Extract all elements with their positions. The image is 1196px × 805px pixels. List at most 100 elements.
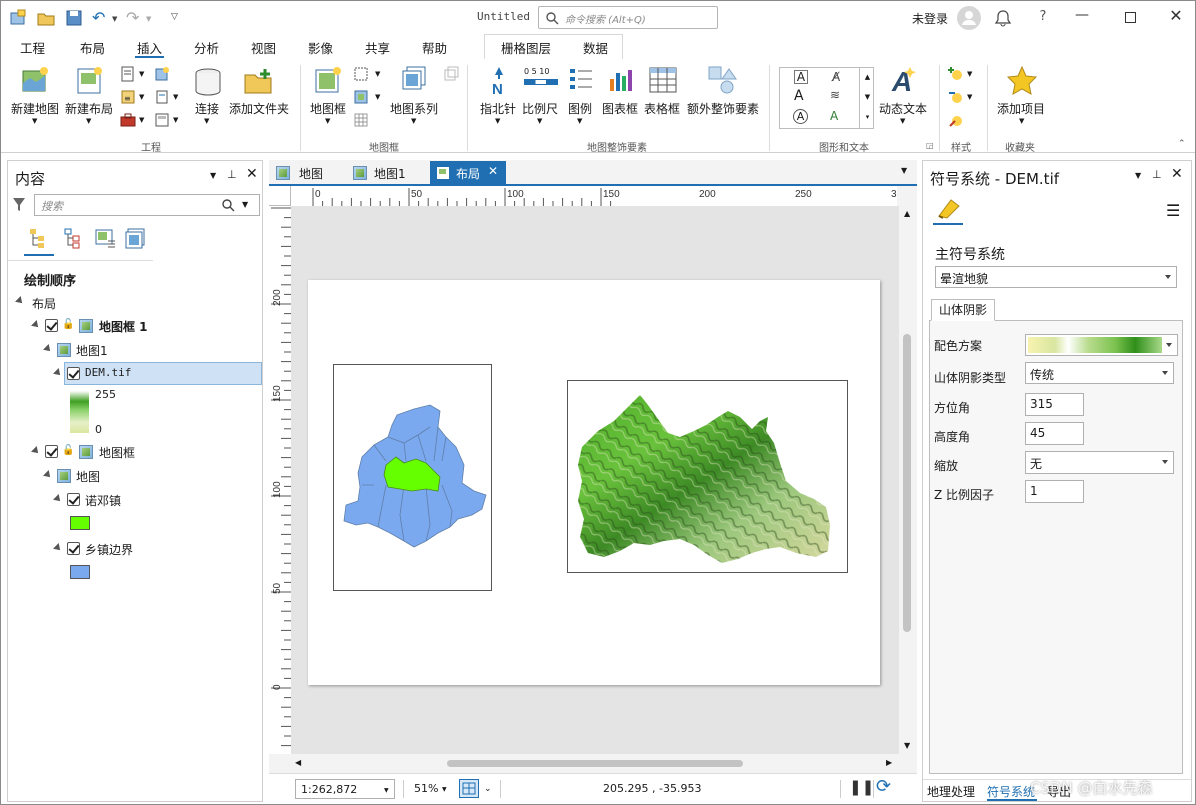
notification-bell-icon[interactable] — [995, 9, 1011, 27]
tab-data[interactable]: 数据 — [583, 38, 608, 57]
scroll-right-icon[interactable]: ▶ — [886, 758, 892, 767]
vertical-scrollbar[interactable]: ▲ ▼ — [899, 206, 917, 754]
add-item-button[interactable]: 添加项目 ▼ — [995, 63, 1049, 129]
horizontal-scrollbar[interactable]: ◀ ▶ — [291, 757, 899, 770]
border-symbol-swatch[interactable] — [70, 565, 90, 579]
add-style-dropdown-icon[interactable]: ▼ — [967, 70, 972, 78]
altitude-input[interactable]: 45 — [1025, 422, 1084, 445]
hillshade-type-select[interactable]: 传统 — [1025, 362, 1174, 384]
mapframe-township[interactable] — [333, 364, 492, 591]
tree-layer-border[interactable]: 乡镇边界 — [85, 541, 133, 558]
tab-list-dropdown-icon[interactable]: ▼ — [901, 166, 907, 175]
vertical-scroll-thumb[interactable] — [903, 334, 911, 632]
border-visibility-checkbox[interactable] — [67, 542, 80, 555]
new-project-icon[interactable] — [9, 9, 27, 27]
import-style-dropdown-icon[interactable]: ▼ — [967, 93, 972, 101]
tree-map1[interactable]: 地图1 — [76, 342, 108, 359]
list-by-drawing-order-icon[interactable] — [28, 227, 50, 249]
grid-icon[interactable] — [353, 112, 369, 128]
mapframe1-visibility-checkbox[interactable] — [45, 319, 58, 332]
text-style-a2[interactable]: A̸ — [832, 70, 840, 84]
legend-button[interactable]: 图例 ▼ — [565, 63, 597, 129]
tab-analysis[interactable]: 分析 — [194, 38, 219, 57]
redo-dropdown-icon[interactable]: ▼ — [146, 15, 164, 33]
bottom-tab-symbology[interactable]: 符号系统 — [987, 783, 1035, 800]
dem-visibility-checkbox[interactable] — [67, 367, 80, 380]
python-dropdown-icon[interactable]: ▼ — [173, 116, 178, 124]
report-dropdown-icon[interactable]: ▼ — [139, 70, 144, 78]
tree-layout-root[interactable]: 布局 — [32, 295, 56, 312]
dynamic-text-button[interactable]: A 动态文本 ▼ — [877, 63, 929, 129]
search-dropdown-icon[interactable]: ▼ — [242, 200, 248, 209]
mapframe2-visibility-checkbox[interactable] — [45, 445, 58, 458]
notebook-icon[interactable] — [154, 89, 170, 105]
avatar[interactable] — [957, 6, 981, 30]
expand-border-icon[interactable] — [53, 543, 63, 553]
primary-symbology-icon[interactable] — [937, 198, 961, 220]
expand-map1-icon[interactable] — [43, 344, 53, 354]
close-pane-icon[interactable]: ✕ — [1171, 166, 1183, 182]
task-icon[interactable] — [120, 112, 136, 128]
north-arrow-button[interactable]: N 指北针 ▼ — [479, 63, 519, 129]
bottom-tab-geoprocessing[interactable]: 地理处理 — [927, 783, 975, 800]
expand-mapframe1-icon[interactable] — [31, 320, 41, 330]
color-scheme-select[interactable] — [1025, 334, 1178, 356]
group-launcher-icon[interactable]: ◲ — [926, 141, 934, 150]
tab-insert[interactable]: 插入 — [137, 38, 162, 57]
filter-icon[interactable] — [12, 197, 26, 213]
map-series-button[interactable]: 地图系列 ▼ — [388, 63, 440, 129]
tab-view[interactable]: 视图 — [251, 38, 276, 57]
text-style-curved[interactable]: A — [830, 109, 838, 123]
new-layout-button[interactable]: 新建布局 ▼ — [63, 63, 115, 129]
layout-canvas[interactable] — [291, 206, 899, 754]
layout-page[interactable] — [308, 280, 880, 685]
reshape-icon[interactable] — [353, 66, 369, 82]
toolbox-icon[interactable]: ≡ — [120, 89, 136, 105]
scale-combo[interactable]: 1:262,872 ▼ — [295, 779, 395, 799]
maximize-icon[interactable] — [1121, 9, 1139, 27]
add-folder-button[interactable]: 添加文件夹 — [229, 63, 291, 129]
lock-icon[interactable]: 🔓 — [62, 319, 74, 330]
town-visibility-checkbox[interactable] — [67, 493, 80, 506]
extent-dropdown-icon[interactable]: ▼ — [375, 93, 380, 101]
tab-project[interactable]: 工程 — [20, 38, 45, 57]
close-tab-icon[interactable]: ✕ — [488, 164, 498, 178]
resample-select[interactable]: 无 — [1025, 451, 1174, 474]
zoom-dropdown-icon[interactable]: ▼ — [442, 786, 447, 793]
tree-layer-town[interactable]: 诺邓镇 — [85, 492, 121, 509]
view-tab-layout[interactable]: 布局 ✕ — [430, 161, 506, 185]
map-frame-button[interactable]: 地图框 ▼ — [307, 63, 351, 129]
notebook-dropdown-icon[interactable]: ▼ — [173, 93, 178, 101]
table-frame-button[interactable]: 表格框 — [643, 63, 683, 129]
minimize-icon[interactable]: — — [1073, 7, 1091, 25]
scroll-down-icon[interactable]: ▼ — [904, 741, 910, 750]
zfactor-input[interactable]: 1 — [1025, 480, 1084, 503]
customize-toolbar-icon[interactable]: ▽ — [171, 12, 189, 30]
tab-share[interactable]: 共享 — [365, 38, 390, 57]
extent-indicator-icon[interactable] — [353, 89, 369, 105]
save-project-icon[interactable] — [65, 9, 83, 27]
pin-icon[interactable]: ⊥ — [1152, 168, 1162, 181]
collapse-ribbon-icon[interactable]: ⌃ — [1178, 139, 1186, 149]
list-by-source-icon[interactable] — [62, 227, 84, 249]
chart-frame-button[interactable]: 图表框 — [601, 63, 641, 129]
tab-raster-layer[interactable]: 栅格图层 — [501, 38, 551, 57]
import-map-icon[interactable] — [154, 66, 170, 82]
connect-button[interactable]: 连接 ▼ — [191, 63, 225, 129]
mapframe-dem[interactable] — [567, 380, 848, 573]
task-dropdown-icon[interactable]: ▼ — [139, 116, 144, 124]
expand-town-icon[interactable] — [53, 494, 63, 504]
pin-icon[interactable]: ⊥ — [227, 168, 237, 181]
tab-imagery[interactable]: 影像 — [308, 38, 333, 57]
text-style-a3[interactable]: A — [794, 88, 804, 104]
reshape-dropdown-icon[interactable]: ▼ — [375, 70, 380, 78]
tab-layout[interactable]: 布局 — [80, 38, 105, 57]
zoom-value[interactable]: 51% — [414, 782, 438, 795]
redo-icon[interactable]: ↷ — [126, 9, 144, 27]
text-style-wave[interactable]: ≋ — [830, 88, 840, 102]
text-style-a1[interactable]: A — [794, 70, 808, 84]
tab-hillshade[interactable]: 山体阴影 — [931, 299, 995, 321]
text-style-circle[interactable]: A — [793, 109, 808, 124]
scroll-up-icon[interactable]: ▲ — [904, 209, 910, 218]
expand-mapframe2-icon[interactable] — [31, 446, 41, 456]
